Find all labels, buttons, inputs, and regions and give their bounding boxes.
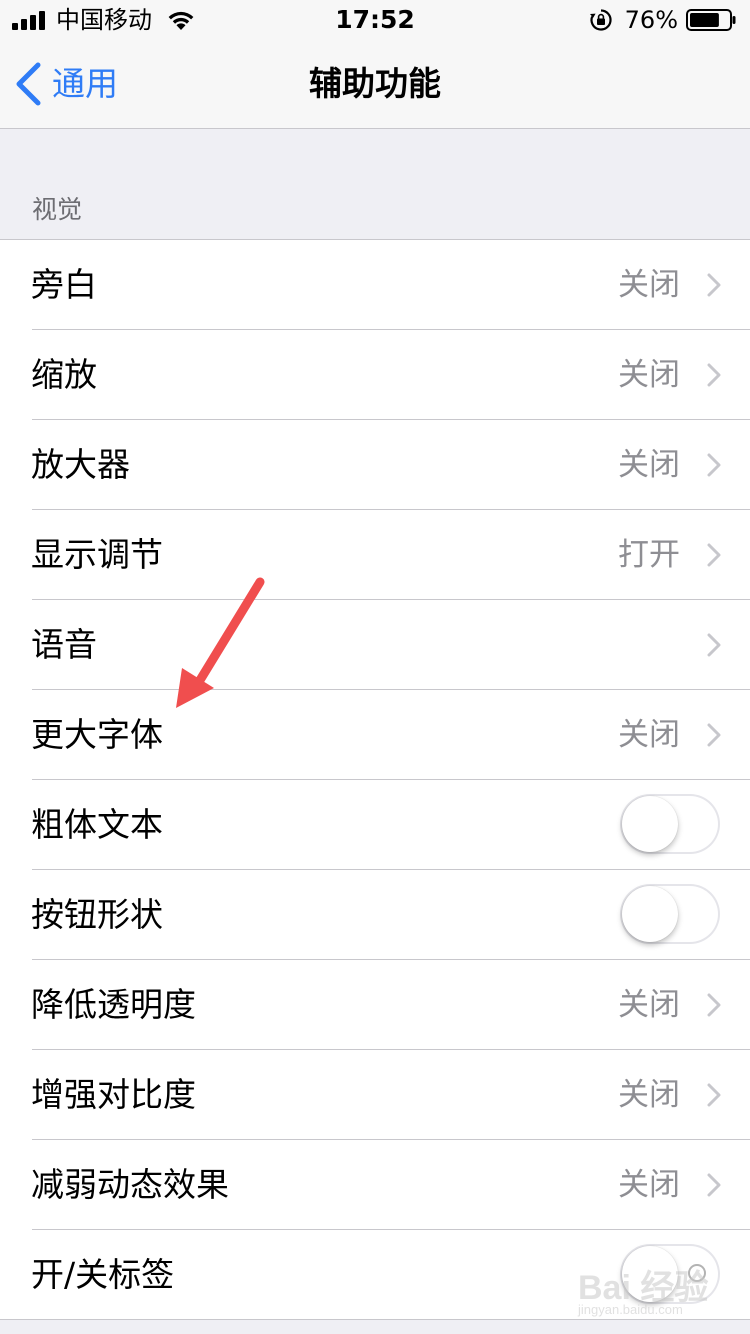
chevron-right-icon <box>707 543 721 567</box>
row-reduce-motion[interactable]: 减弱动态效果 关闭 <box>0 1140 750 1230</box>
row-label: 按钮形状 <box>31 895 163 934</box>
row-button-shapes: 按钮形状 <box>0 870 750 960</box>
row-label: 放大器 <box>31 445 130 484</box>
row-value: 关闭 <box>618 1077 680 1113</box>
row-label: 开/关标签 <box>31 1255 175 1294</box>
battery-percent: 76% <box>624 6 678 34</box>
off-circle-icon <box>688 1264 706 1282</box>
section-header-vision: 视觉 <box>32 195 83 224</box>
chevron-right-icon <box>707 993 721 1017</box>
row-reduce-transparency[interactable]: 降低透明度 关闭 <box>0 960 750 1050</box>
row-label: 降低透明度 <box>31 985 196 1024</box>
chevron-right-icon <box>707 453 721 477</box>
row-value: 打开 <box>618 537 680 573</box>
rotation-lock-icon <box>589 9 612 31</box>
row-value: 关闭 <box>618 357 680 393</box>
row-value: 关闭 <box>618 447 680 483</box>
row-value: 关闭 <box>618 717 680 753</box>
row-magnifier[interactable]: 放大器 关闭 <box>0 420 750 510</box>
row-label: 缩放 <box>31 355 97 394</box>
row-label: 更大字体 <box>31 715 163 754</box>
row-on-off-labels: 开/关标签 <box>0 1230 750 1320</box>
button-shapes-toggle[interactable] <box>620 884 720 944</box>
on-off-labels-toggle[interactable] <box>620 1244 720 1304</box>
row-voiceover[interactable]: 旁白 关闭 <box>0 240 750 330</box>
row-speech[interactable]: 语音 <box>0 600 750 690</box>
row-label: 减弱动态效果 <box>31 1165 229 1204</box>
row-value: 关闭 <box>618 1167 680 1203</box>
row-increase-contrast[interactable]: 增强对比度 关闭 <box>0 1050 750 1140</box>
page-title: 辅助功能 <box>309 64 441 103</box>
settings-list: 旁白 关闭 缩放 关闭 放大器 关闭 显示调节 打开 语音 更大字体 关闭 粗体… <box>0 239 750 1320</box>
toggle-knob <box>622 1246 678 1302</box>
row-bold-text: 粗体文本 <box>0 780 750 870</box>
chevron-right-icon <box>707 1173 721 1197</box>
row-larger-text[interactable]: 更大字体 关闭 <box>0 690 750 780</box>
battery-icon <box>686 9 736 31</box>
row-label: 增强对比度 <box>31 1075 196 1114</box>
row-label: 旁白 <box>31 265 97 304</box>
navigation-bar: 通用 辅助功能 <box>0 40 750 129</box>
row-label: 显示调节 <box>31 535 163 574</box>
toggle-knob <box>622 886 678 942</box>
row-display-accommodations[interactable]: 显示调节 打开 <box>0 510 750 600</box>
status-bar: 中国移动 17:52 76% <box>0 0 750 40</box>
row-label: 粗体文本 <box>31 805 163 844</box>
chevron-right-icon <box>707 633 721 657</box>
bold-text-toggle[interactable] <box>620 794 720 854</box>
chevron-right-icon <box>707 273 721 297</box>
row-value: 关闭 <box>618 987 680 1023</box>
row-label: 语音 <box>31 625 97 664</box>
chevron-right-icon <box>707 363 721 387</box>
row-zoom[interactable]: 缩放 关闭 <box>0 330 750 420</box>
row-value: 关闭 <box>618 267 680 303</box>
chevron-right-icon <box>707 723 721 747</box>
chevron-right-icon <box>707 1083 721 1107</box>
status-right: 76% <box>589 6 736 34</box>
toggle-knob <box>622 796 678 852</box>
